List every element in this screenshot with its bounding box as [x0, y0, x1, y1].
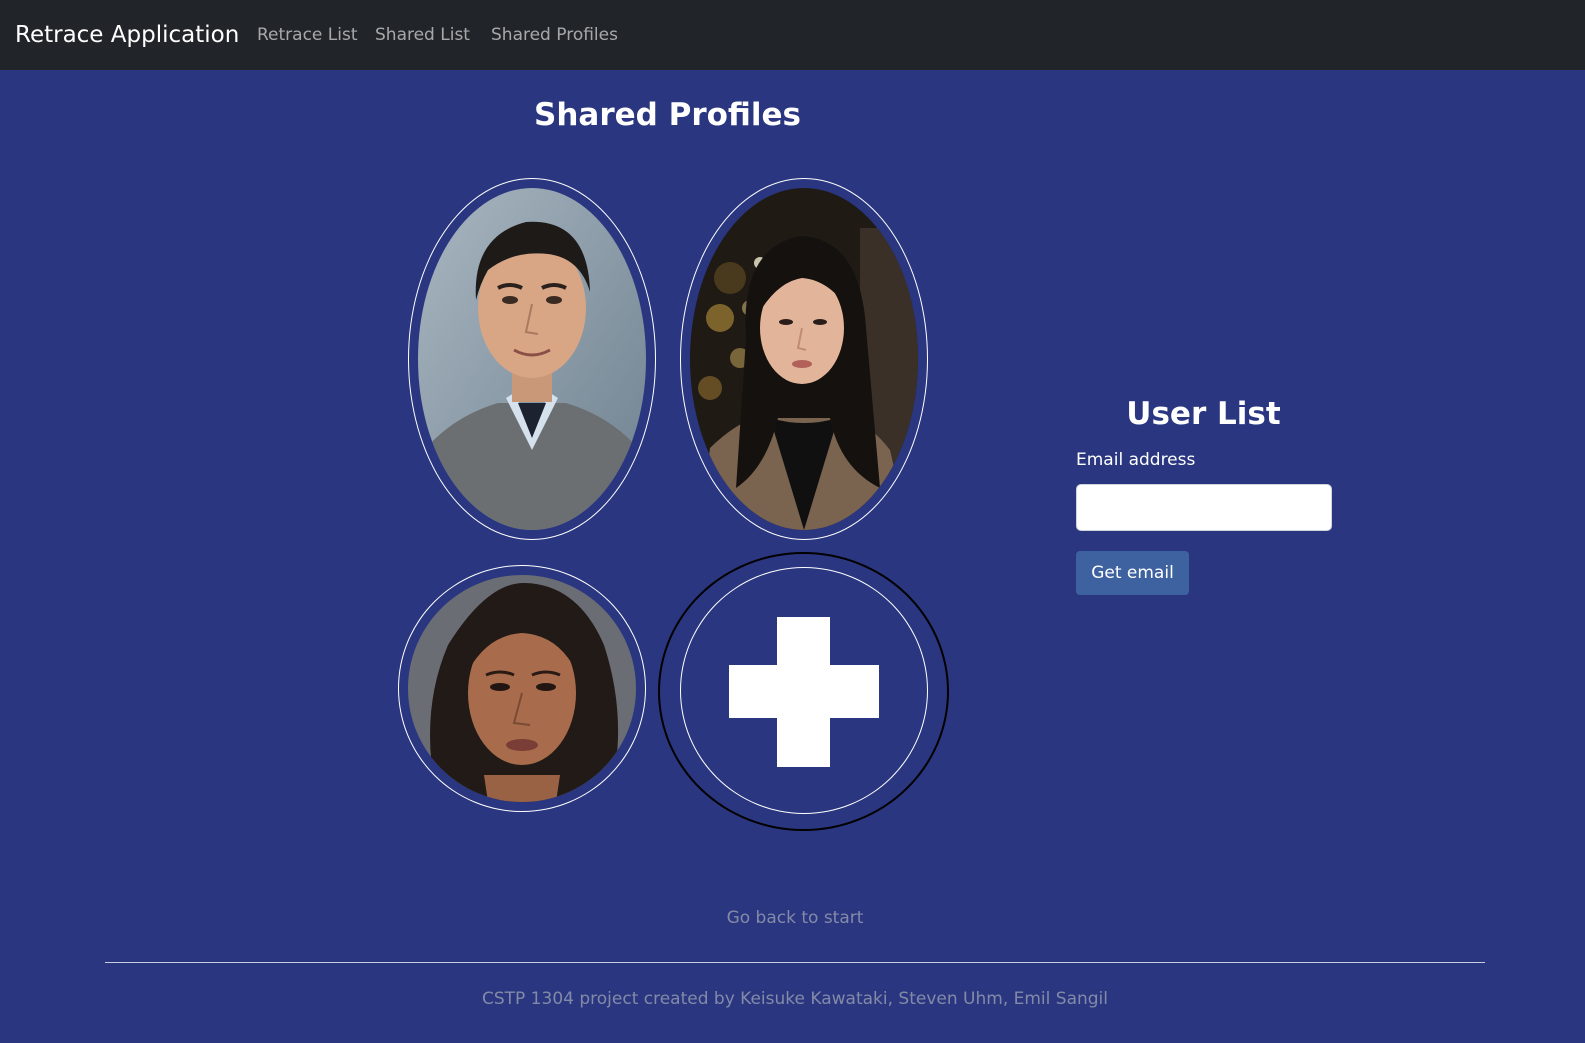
- user-list-title: User List: [1126, 396, 1281, 432]
- profile-photo-3[interactable]: [408, 575, 636, 802]
- email-input[interactable]: [1076, 484, 1332, 531]
- page-title: Shared Profiles: [534, 97, 801, 133]
- footer-divider: [105, 962, 1485, 963]
- profile-photo-1[interactable]: [418, 188, 646, 530]
- plus-icon-bar: [729, 665, 879, 718]
- get-email-button[interactable]: Get email: [1076, 551, 1189, 595]
- nav-link-shared-list[interactable]: Shared List: [375, 24, 470, 46]
- email-label: Email address: [1076, 450, 1196, 470]
- nav-link-shared-profiles[interactable]: Shared Profiles: [491, 24, 618, 46]
- navbar: Retrace Application Retrace List Shared …: [0, 0, 1585, 70]
- go-back-link[interactable]: Go back to start: [0, 906, 1585, 930]
- nav-link-retrace-list[interactable]: Retrace List: [257, 24, 358, 46]
- footer-credits: CSTP 1304 project created by Keisuke Kaw…: [481, 989, 1109, 1009]
- navbar-brand[interactable]: Retrace Application: [15, 20, 239, 50]
- profile-photo-2[interactable]: [690, 188, 918, 530]
